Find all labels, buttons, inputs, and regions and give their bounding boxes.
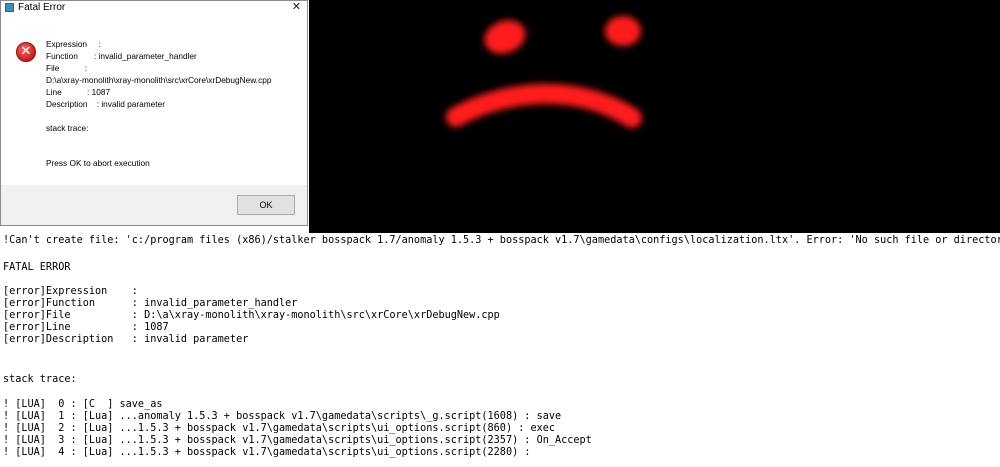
log-line: !Can't create file: 'c:/program files (x… — [3, 235, 1000, 246]
close-icon[interactable]: ✕ — [292, 0, 301, 13]
line-number-line: Line : 1087 — [46, 87, 111, 97]
log-line: ! [LUA] 3 : [Lua] ...1.5.3 + bosspack v1… — [3, 435, 592, 446]
x-circle-icon: ✕ — [16, 42, 36, 62]
stack-trace-label: stack trace: — [46, 123, 89, 133]
log-line: ! [LUA] 0 : [C ] save_as — [3, 399, 163, 410]
log-line: ! [LUA] 2 : [Lua] ...1.5.3 + bosspack v1… — [3, 423, 556, 434]
ok-button[interactable]: OK — [237, 195, 295, 215]
abort-instruction: Press OK to abort execution — [46, 158, 150, 168]
fatal-error-dialog: Fatal Error ✕ ✕ Expression : Function : … — [0, 0, 308, 226]
right-eye — [605, 16, 641, 46]
log-line: ! [LUA] 4 : [Lua] ...1.5.3 + bosspack v1… — [3, 447, 531, 458]
frown-mouth — [446, 83, 642, 128]
expression-line: Expression : — [46, 39, 101, 49]
dialog-titlebar[interactable]: Fatal Error ✕ — [1, 0, 307, 14]
log-line: stack trace: — [3, 374, 77, 385]
file-label-line: File : — [46, 63, 88, 73]
app-icon — [5, 3, 14, 12]
dialog-title: Fatal Error — [18, 2, 66, 13]
function-line: Function : invalid_parameter_handler — [46, 51, 197, 61]
game-crash-screen — [309, 0, 1000, 233]
log-line: [error]Line : 1087 — [3, 322, 169, 333]
left-eye — [484, 20, 526, 54]
console-log: !Can't create file: 'c:/program files (x… — [0, 233, 1000, 467]
file-path-line: D:\a\xray-monolith\xray-monolith\src\xrC… — [46, 75, 272, 85]
log-line: [error]Function : invalid_parameter_hand… — [3, 298, 298, 309]
log-line: ! [LUA] 1 : [Lua] ...anomaly 1.5.3 + bos… — [3, 411, 562, 422]
log-line: [error]Description : invalid parameter — [3, 334, 249, 345]
log-line: [error]Expression : — [3, 286, 138, 297]
sad-face-icon — [446, 16, 642, 128]
log-line: [error]File : D:\a\xray-monolith\xray-mo… — [3, 310, 500, 321]
log-line: FATAL ERROR — [3, 262, 71, 273]
description-line: Description : invalid parameter — [46, 99, 165, 109]
